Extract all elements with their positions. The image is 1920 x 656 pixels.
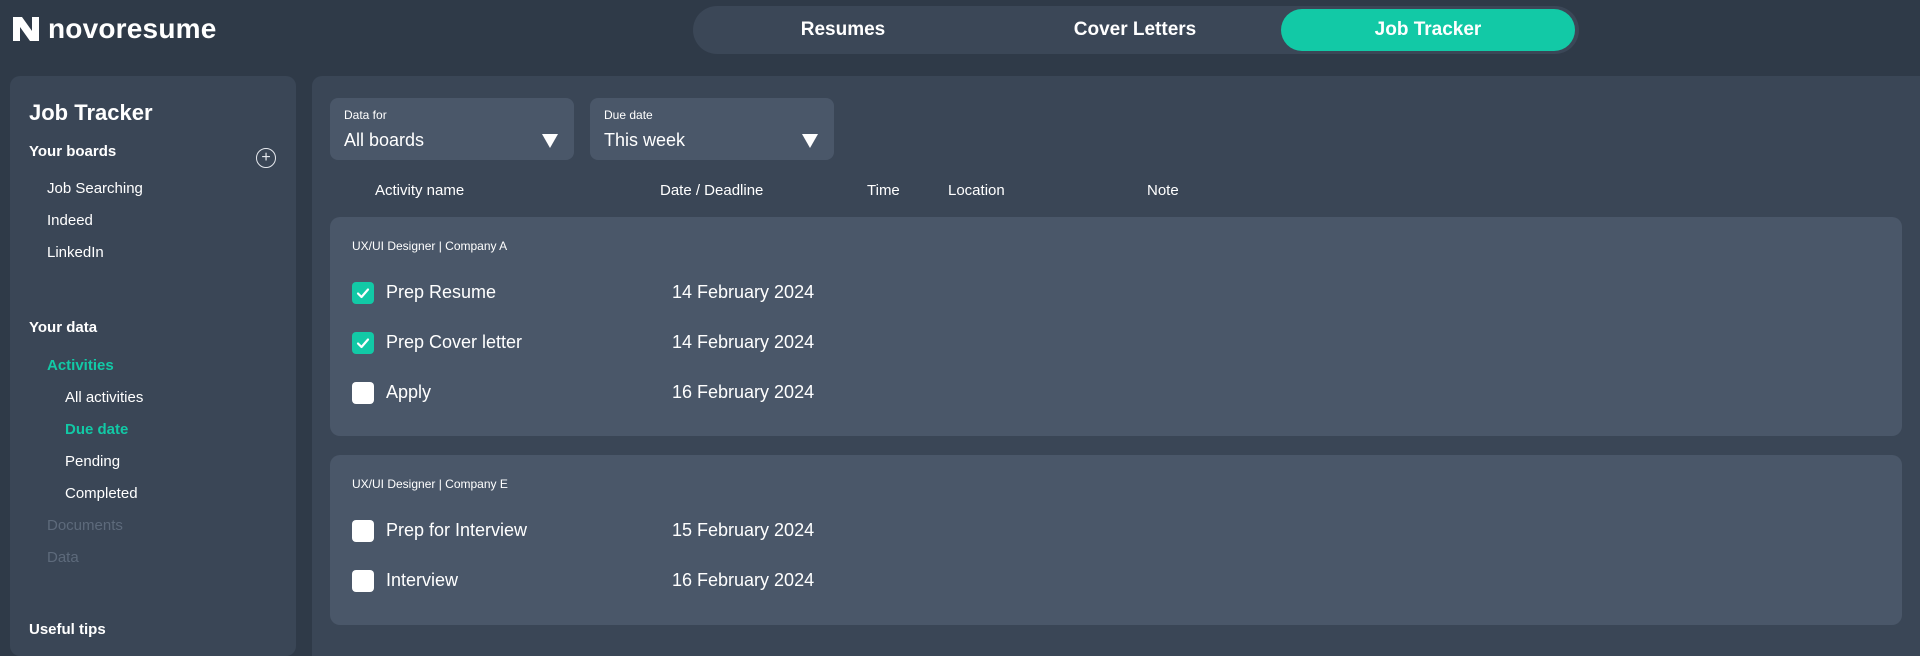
activity-checkbox[interactable]: [352, 332, 374, 354]
activity-date: 16 February 2024: [672, 382, 815, 402]
activity-checkbox[interactable]: [352, 520, 374, 542]
sidebar-item-data[interactable]: Data: [47, 549, 79, 566]
activity-checkbox[interactable]: [352, 382, 374, 404]
activity-name[interactable]: Interview: [386, 570, 458, 591]
sidebar-item-due-date[interactable]: Due date: [65, 421, 128, 438]
column-header-note: Note: [1147, 182, 1179, 199]
activity-checkbox[interactable]: [352, 570, 374, 592]
top-bar: novoresume Resumes Cover Letters Job Tra…: [0, 0, 1920, 70]
useful-tips-heading[interactable]: Useful tips: [29, 621, 106, 638]
group-title: UX/UI Designer | Company E: [352, 477, 508, 491]
sidebar-item-indeed[interactable]: Indeed: [47, 212, 93, 229]
main-panel: Data for All boards Due date This week A…: [312, 76, 1920, 656]
sidebar-title: Job Tracker: [29, 100, 153, 125]
activity-date: 15 February 2024: [672, 520, 815, 540]
tab-job-tracker[interactable]: Job Tracker: [1281, 9, 1575, 51]
activity-name[interactable]: Apply: [386, 382, 431, 403]
add-board-icon[interactable]: +: [256, 148, 276, 168]
caret-down-icon: [542, 134, 558, 148]
activity-date: 14 February 2024: [672, 332, 815, 352]
group-title: UX/UI Designer | Company A: [352, 239, 508, 253]
sidebar-item-pending[interactable]: Pending: [65, 453, 120, 470]
brand-name: novoresume: [48, 13, 217, 44]
activity-row: Interview 16 February 2024: [352, 569, 1152, 593]
column-header-location: Location: [948, 182, 1005, 199]
tab-cover-letters[interactable]: Cover Letters: [989, 9, 1281, 51]
sidebar-item-linkedin[interactable]: LinkedIn: [47, 244, 104, 261]
activity-group: UX/UI Designer | Company A Prep Resume 1…: [330, 217, 1902, 436]
main-tabs: Resumes Cover Letters Job Tracker: [693, 6, 1579, 54]
caret-down-icon: [802, 134, 818, 148]
activity-row: Apply 16 February 2024: [352, 381, 1152, 405]
activity-row: Prep for Interview 15 February 2024: [352, 519, 1152, 543]
check-icon: [356, 338, 370, 349]
column-header-date: Date / Deadline: [660, 182, 764, 199]
data-for-dropdown[interactable]: Data for All boards: [330, 98, 574, 160]
sidebar: Job Tracker Your boards + Job Searching …: [10, 76, 296, 656]
column-header-activity-name: Activity name: [375, 182, 465, 199]
activity-group: UX/UI Designer | Company E Prep for Inte…: [330, 455, 1902, 625]
due-date-value: This week: [604, 130, 686, 150]
activity-date: 16 February 2024: [672, 570, 815, 590]
novoresume-logo-icon: [13, 17, 39, 41]
activity-name[interactable]: Prep Resume: [386, 282, 496, 303]
sidebar-item-all-activities[interactable]: All activities: [65, 389, 143, 406]
due-date-label: Due date: [604, 108, 653, 122]
sidebar-item-job-searching[interactable]: Job Searching: [47, 180, 143, 197]
activity-name[interactable]: Prep for Interview: [386, 520, 527, 541]
tab-resumes[interactable]: Resumes: [697, 9, 989, 51]
activity-row: Prep Cover letter 14 February 2024: [352, 331, 1152, 355]
logo[interactable]: novoresume: [10, 12, 217, 46]
column-header-time: Time: [867, 182, 900, 199]
data-for-label: Data for: [344, 108, 387, 122]
activity-checkbox[interactable]: [352, 282, 374, 304]
data-for-value: All boards: [344, 130, 425, 150]
check-icon: [356, 288, 370, 299]
sidebar-item-documents[interactable]: Documents: [47, 517, 123, 534]
sidebar-item-completed[interactable]: Completed: [65, 485, 138, 502]
boards-heading: Your boards: [29, 143, 117, 160]
activity-row: Prep Resume 14 February 2024: [352, 281, 1152, 305]
data-heading: Your data: [29, 319, 98, 336]
sidebar-item-activities[interactable]: Activities: [47, 357, 114, 374]
activity-name[interactable]: Prep Cover letter: [386, 332, 522, 353]
activity-date: 14 February 2024: [672, 282, 815, 302]
due-date-dropdown[interactable]: Due date This week: [590, 98, 834, 160]
